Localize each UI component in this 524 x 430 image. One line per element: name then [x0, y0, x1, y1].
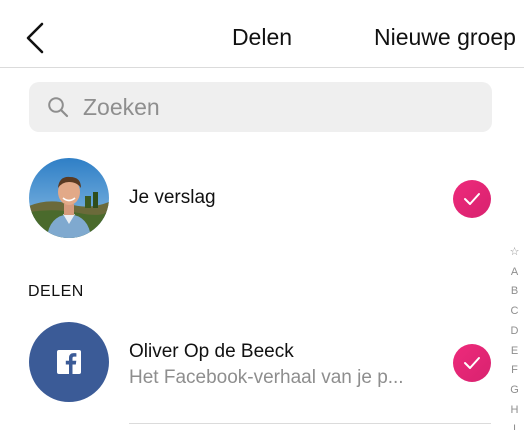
alphabet-index[interactable]: ☆ A B C D E F G H I: [505, 243, 524, 430]
share-screen: Delen Nieuwe groep Zoeken Je verslag DEL…: [0, 0, 524, 430]
search-icon: [48, 97, 69, 118]
alphabet-index-letter[interactable]: H: [505, 401, 524, 421]
checkmark-icon: [464, 193, 480, 205]
checkmark-icon: [464, 357, 480, 369]
story-selected-check[interactable]: [453, 180, 491, 218]
share-target-row[interactable]: Oliver Op de Beeck Het Facebook-verhaal …: [0, 322, 505, 402]
alphabet-index-letter[interactable]: G: [505, 381, 524, 401]
target-subtitle: Het Facebook-verhaal van je p...: [129, 367, 404, 388]
alphabet-index-letter[interactable]: E: [505, 342, 524, 362]
alphabet-index-star[interactable]: ☆: [505, 243, 524, 263]
alphabet-index-letter[interactable]: F: [505, 361, 524, 381]
facebook-icon: [57, 350, 81, 374]
alphabet-index-letter[interactable]: B: [505, 282, 524, 302]
your-story-row[interactable]: Je verslag: [0, 158, 505, 238]
new-group-button[interactable]: Nieuwe groep: [374, 24, 516, 51]
divider: [129, 423, 491, 424]
alphabet-index-letter[interactable]: D: [505, 322, 524, 342]
alphabet-index-letter[interactable]: C: [505, 302, 524, 322]
search-bar[interactable]: [29, 82, 492, 132]
back-button[interactable]: [22, 21, 52, 55]
facebook-avatar: [29, 322, 109, 402]
header: Delen Nieuwe groep: [0, 0, 524, 68]
search-input[interactable]: [83, 90, 478, 124]
chevron-left-icon: [26, 22, 44, 54]
section-header-share: DELEN: [28, 283, 84, 300]
target-name: Oliver Op de Beeck: [129, 341, 294, 362]
target-selected-check[interactable]: [453, 344, 491, 382]
alphabet-index-letter[interactable]: A: [505, 263, 524, 283]
avatar: [29, 158, 109, 238]
profile-photo: [29, 158, 109, 238]
your-story-label: Je verslag: [129, 187, 216, 208]
alphabet-index-letter[interactable]: I: [505, 420, 524, 430]
